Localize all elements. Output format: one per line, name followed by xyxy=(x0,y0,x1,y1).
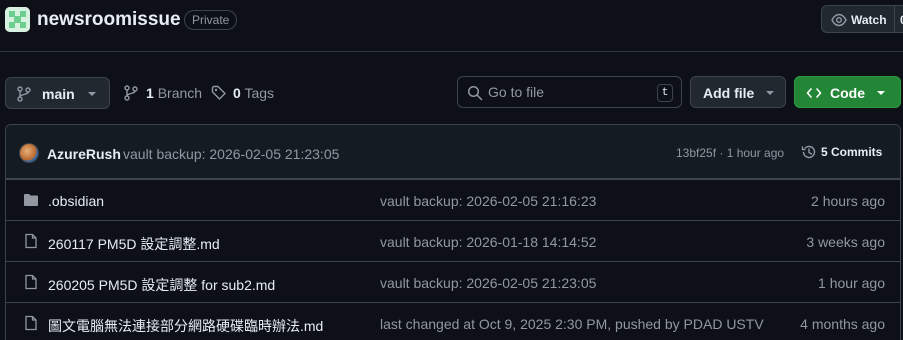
watch-button[interactable]: Watch 0 xyxy=(821,5,903,33)
file-age: 1 hour ago xyxy=(818,275,885,291)
watch-divider xyxy=(894,6,895,32)
git-branch-icon xyxy=(124,85,138,104)
file-row[interactable]: 260205 PM5D 設定調整 for sub2.md vault backu… xyxy=(6,261,900,302)
folder-icon xyxy=(23,192,39,211)
commit-author[interactable]: AzureRush xyxy=(47,146,121,162)
file-row[interactable]: 圖文電腦無法連接部分網路硬碟臨時辦法.md last changed at Oc… xyxy=(6,302,900,340)
git-branch-icon xyxy=(17,86,31,105)
visibility-badge: Private xyxy=(184,10,238,30)
watch-label: Watch xyxy=(851,13,887,27)
add-file-label: Add file xyxy=(703,85,755,101)
shortcut-key: t xyxy=(657,84,673,102)
file-icon xyxy=(23,315,39,334)
chevron-down-icon xyxy=(766,91,774,95)
file-commit-message[interactable]: vault backup: 2026-02-05 21:16:23 xyxy=(380,193,596,209)
file-name[interactable]: .obsidian xyxy=(48,193,104,209)
code-icon xyxy=(806,85,822,104)
history-icon xyxy=(801,144,817,163)
repo-avatar[interactable] xyxy=(5,7,30,32)
add-file-button[interactable]: Add file xyxy=(690,76,786,108)
file-row[interactable]: 260117 PM5D 設定調整.md vault backup: 2026-0… xyxy=(6,220,900,261)
file-age: 2 hours ago xyxy=(811,193,885,209)
commit-message[interactable]: vault backup: 2026-02-05 21:23:05 xyxy=(123,146,339,162)
latest-commit-bar: AzureRush vault backup: 2026-02-05 21:23… xyxy=(6,125,900,179)
tags-label: Tags xyxy=(244,85,275,101)
file-age: 4 months ago xyxy=(800,316,885,332)
file-commit-message[interactable]: last changed at Oct 9, 2025 2:30 PM, pus… xyxy=(380,316,764,332)
tag-icon xyxy=(211,85,227,104)
file-browser: AzureRush vault backup: 2026-02-05 21:23… xyxy=(5,124,901,340)
branches-count: 1 xyxy=(146,85,154,101)
branch-name: main xyxy=(42,86,75,102)
code-button[interactable]: Code xyxy=(794,76,901,108)
file-row[interactable]: .obsidian vault backup: 2026-02-05 21:16… xyxy=(6,179,900,220)
chevron-down-icon xyxy=(88,92,96,96)
file-name[interactable]: 圖文電腦無法連接部分網路硬碟臨時辦法.md xyxy=(48,316,323,336)
search-icon xyxy=(467,85,483,104)
file-age: 3 weeks ago xyxy=(806,234,885,250)
file-commit-message[interactable]: vault backup: 2026-01-18 14:14:52 xyxy=(380,234,596,250)
file-name[interactable]: 260205 PM5D 設定調整 for sub2.md xyxy=(48,275,275,295)
go-to-file-search[interactable]: t xyxy=(457,76,682,108)
chevron-down-icon xyxy=(877,91,885,95)
file-commit-message[interactable]: vault backup: 2026-02-05 21:23:05 xyxy=(380,275,596,291)
file-icon xyxy=(23,274,39,293)
search-input[interactable] xyxy=(488,83,648,101)
code-label: Code xyxy=(830,85,865,101)
tags-count: 0 xyxy=(233,85,241,101)
commits-count: 5 Commits xyxy=(821,145,883,159)
branches-label: Branch xyxy=(157,85,203,101)
branch-select-button[interactable]: main xyxy=(5,77,110,109)
eye-icon xyxy=(831,13,847,30)
avatar[interactable] xyxy=(19,143,39,163)
file-name[interactable]: 260117 PM5D 設定調整.md xyxy=(48,234,220,254)
file-icon xyxy=(23,233,39,252)
commit-sha-time[interactable]: 13bf25f · 1 hour ago xyxy=(676,146,784,160)
repo-header: newsroomissue Private Watch 0 xyxy=(0,0,903,52)
repo-name-link[interactable]: newsroomissue xyxy=(37,9,181,31)
